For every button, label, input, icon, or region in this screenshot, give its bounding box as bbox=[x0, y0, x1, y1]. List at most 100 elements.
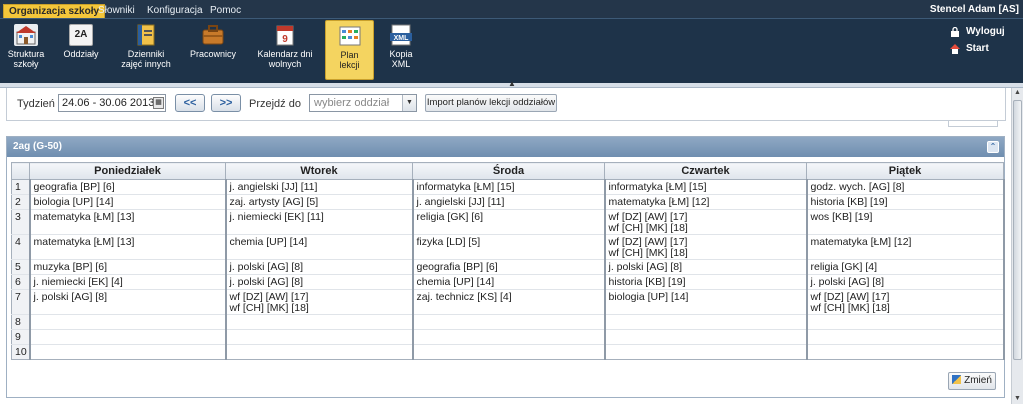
lesson-cell[interactable] bbox=[29, 344, 227, 360]
lesson-cell[interactable]: zaj. artysty [AG] [5] bbox=[225, 194, 414, 210]
lesson-cell[interactable]: j. polski [AG] [8] bbox=[806, 274, 1005, 290]
lesson-cell[interactable]: muzyka [BP] [6] bbox=[29, 259, 227, 275]
lock-icon bbox=[950, 26, 960, 37]
collapse-toolbar-icon[interactable]: ▲ bbox=[508, 79, 516, 88]
chevron-down-icon[interactable]: ▼ bbox=[402, 95, 416, 111]
scrollbar-thumb[interactable] bbox=[1013, 100, 1022, 360]
lesson-cell[interactable]: religia [GK] [6] bbox=[412, 209, 606, 235]
lesson-cell[interactable]: j. angielski [JJ] [11] bbox=[225, 179, 414, 195]
next-week-button[interactable]: >> bbox=[211, 94, 241, 112]
lesson-cell[interactable]: informatyka [ŁM] [15] bbox=[412, 179, 606, 195]
dzienniki-label: Dzienniki zajęć innych bbox=[121, 49, 171, 69]
lesson-cell[interactable] bbox=[29, 329, 227, 345]
lesson-cell[interactable]: j. polski [AG] [8] bbox=[225, 274, 414, 290]
lesson-cell[interactable] bbox=[412, 314, 606, 330]
plan-lekcji-button[interactable]: Plan lekcji bbox=[325, 20, 374, 80]
lesson-entry: j. niemiecki [EK] [4] bbox=[33, 276, 123, 288]
timetable-table: Poniedziałek Wtorek Środa Czwartek Piąte… bbox=[11, 162, 1005, 360]
lesson-cell[interactable] bbox=[412, 329, 606, 345]
lesson-cell[interactable]: godz. wych. [AG] [8] bbox=[806, 179, 1005, 195]
lesson-cell[interactable] bbox=[225, 314, 414, 330]
table-row: 7 j. polski [AG] [8] wf [DZ] [AW] [17] wf [… bbox=[11, 289, 1005, 315]
lesson-cell[interactable]: j. niemiecki [EK] [4] bbox=[29, 274, 227, 290]
filter-tab-edge bbox=[948, 121, 998, 127]
tab-slowniki[interactable]: Słowniki bbox=[93, 4, 140, 18]
tab-pomoc[interactable]: Pomoc bbox=[205, 4, 246, 18]
lesson-cell[interactable]: wf [DZ] [AW] [17] wf [CH] [MK] [18] bbox=[604, 234, 808, 260]
start-link[interactable]: Start bbox=[950, 40, 1005, 57]
lesson-cell[interactable]: matematyka [ŁM] [12] bbox=[604, 194, 808, 210]
lesson-cell[interactable]: j. polski [AG] [8] bbox=[225, 259, 414, 275]
logout-link[interactable]: Wyloguj bbox=[950, 23, 1005, 40]
header-day: Poniedziałek bbox=[29, 162, 226, 180]
lesson-cell[interactable]: matematyka [ŁM] [13] bbox=[29, 234, 227, 260]
vertical-scrollbar[interactable]: ▲ ▼ bbox=[1011, 88, 1023, 404]
class-select-placeholder: wybierz oddział bbox=[314, 97, 390, 109]
struktura-szkoly-button[interactable]: Struktura szkoły bbox=[2, 20, 50, 80]
lesson-cell[interactable]: fizyka [LD] [5] bbox=[412, 234, 606, 260]
lesson-cell[interactable]: historia [KB] [19] bbox=[604, 274, 808, 290]
lesson-cell[interactable] bbox=[29, 314, 227, 330]
lesson-cell[interactable]: matematyka [ŁM] [13] bbox=[29, 209, 227, 235]
top-menu-bar: Organizacja szkoły Słowniki Konfiguracja… bbox=[0, 0, 1023, 18]
tab-organizacja-szkoly[interactable]: Organizacja szkoły bbox=[3, 4, 106, 18]
lesson-cell[interactable]: wf [DZ] [AW] [17] wf [CH] [MK] [18] bbox=[604, 209, 808, 235]
lesson-entry: j. angielski [JJ] [11] bbox=[229, 181, 318, 193]
lesson-cell[interactable] bbox=[806, 314, 1005, 330]
pracownicy-button[interactable]: Pracownicy bbox=[186, 20, 240, 80]
lesson-cell[interactable] bbox=[412, 344, 606, 360]
lesson-cell[interactable]: j. polski [AG] [8] bbox=[29, 289, 227, 315]
class-select[interactable]: wybierz oddział ▼ bbox=[309, 94, 417, 112]
lesson-cell[interactable]: j. angielski [JJ] [11] bbox=[412, 194, 606, 210]
kopia-xml-button[interactable]: XML Kopia XML bbox=[380, 20, 422, 80]
header-day: Środa bbox=[412, 162, 605, 180]
lesson-cell[interactable]: religia [GK] [4] bbox=[806, 259, 1005, 275]
lesson-number: 7 bbox=[11, 289, 31, 315]
lesson-cell[interactable]: wf [DZ] [AW] [17] wf [CH] [MK] [18] bbox=[225, 289, 414, 315]
scroll-down-icon[interactable]: ▼ bbox=[1012, 394, 1023, 404]
lesson-entry: chemia [UP] [14] bbox=[229, 236, 308, 248]
lesson-cell[interactable]: wos [KB] [19] bbox=[806, 209, 1005, 235]
lesson-cell[interactable]: wf [DZ] [AW] [17] wf [CH] [MK] [18] bbox=[806, 289, 1005, 315]
lesson-cell[interactable] bbox=[604, 329, 808, 345]
lesson-cell[interactable] bbox=[604, 314, 808, 330]
lesson-cell[interactable]: informatyka [ŁM] [15] bbox=[604, 179, 808, 195]
lesson-cell[interactable]: geografia [BP] [6] bbox=[29, 179, 227, 195]
lesson-cell[interactable]: j. niemiecki [EK] [11] bbox=[225, 209, 414, 235]
lesson-cell[interactable] bbox=[604, 344, 808, 360]
lesson-number: 3 bbox=[11, 209, 31, 235]
collapse-panel-icon[interactable]: ⌃ bbox=[987, 141, 999, 153]
tab-konfiguracja[interactable]: Konfiguracja bbox=[142, 4, 208, 18]
lesson-cell[interactable]: j. polski [AG] [8] bbox=[604, 259, 808, 275]
lesson-entry: informatyka [ŁM] [15] bbox=[608, 181, 707, 193]
lesson-cell[interactable]: matematyka [ŁM] [12] bbox=[806, 234, 1005, 260]
lesson-entry: religia [GK] [4] bbox=[810, 261, 878, 273]
lesson-cell[interactable] bbox=[225, 329, 414, 345]
calendar-picker-icon[interactable]: ▦ bbox=[153, 97, 164, 109]
lesson-cell[interactable]: zaj. technicz [KS] [4] bbox=[412, 289, 606, 315]
week-date-input[interactable]: 24.06 - 30.06 2013 ▦ bbox=[58, 94, 166, 112]
scroll-up-icon[interactable]: ▲ bbox=[1012, 88, 1023, 98]
dzienniki-button[interactable]: Dzienniki zajęć innych bbox=[112, 20, 180, 80]
lesson-entry: matematyka [ŁM] [13] bbox=[33, 211, 135, 223]
kalendarz-button[interactable]: 9 Kalendarz dni wolnych bbox=[250, 20, 320, 80]
school-structure-icon bbox=[14, 24, 38, 46]
lesson-cell[interactable] bbox=[225, 344, 414, 360]
lesson-cell[interactable]: biologia [UP] [14] bbox=[604, 289, 808, 315]
lesson-entry: biologia [UP] [14] bbox=[608, 291, 689, 303]
import-plans-button[interactable]: Import planów lekcji oddziałów bbox=[425, 94, 557, 112]
oddzialy-button[interactable]: 2A Oddziały bbox=[58, 20, 104, 80]
lesson-cell[interactable]: chemia [UP] [14] bbox=[225, 234, 414, 260]
prev-week-button[interactable]: << bbox=[175, 94, 205, 112]
lesson-cell[interactable]: biologia [UP] [14] bbox=[29, 194, 227, 210]
lesson-cell[interactable]: chemia [UP] [14] bbox=[412, 274, 606, 290]
lesson-cell[interactable] bbox=[806, 329, 1005, 345]
header-day: Czwartek bbox=[604, 162, 807, 180]
lesson-cell[interactable] bbox=[806, 344, 1005, 360]
panel-title: 2ag (G-50) bbox=[13, 141, 62, 152]
lesson-cell[interactable]: historia [KB] [19] bbox=[806, 194, 1005, 210]
svg-text:9: 9 bbox=[282, 34, 288, 45]
edit-button[interactable]: Zmień bbox=[948, 372, 996, 390]
plan-lekcji-label: Plan lekcji bbox=[339, 50, 360, 70]
lesson-cell[interactable]: geografia [BP] [6] bbox=[412, 259, 606, 275]
